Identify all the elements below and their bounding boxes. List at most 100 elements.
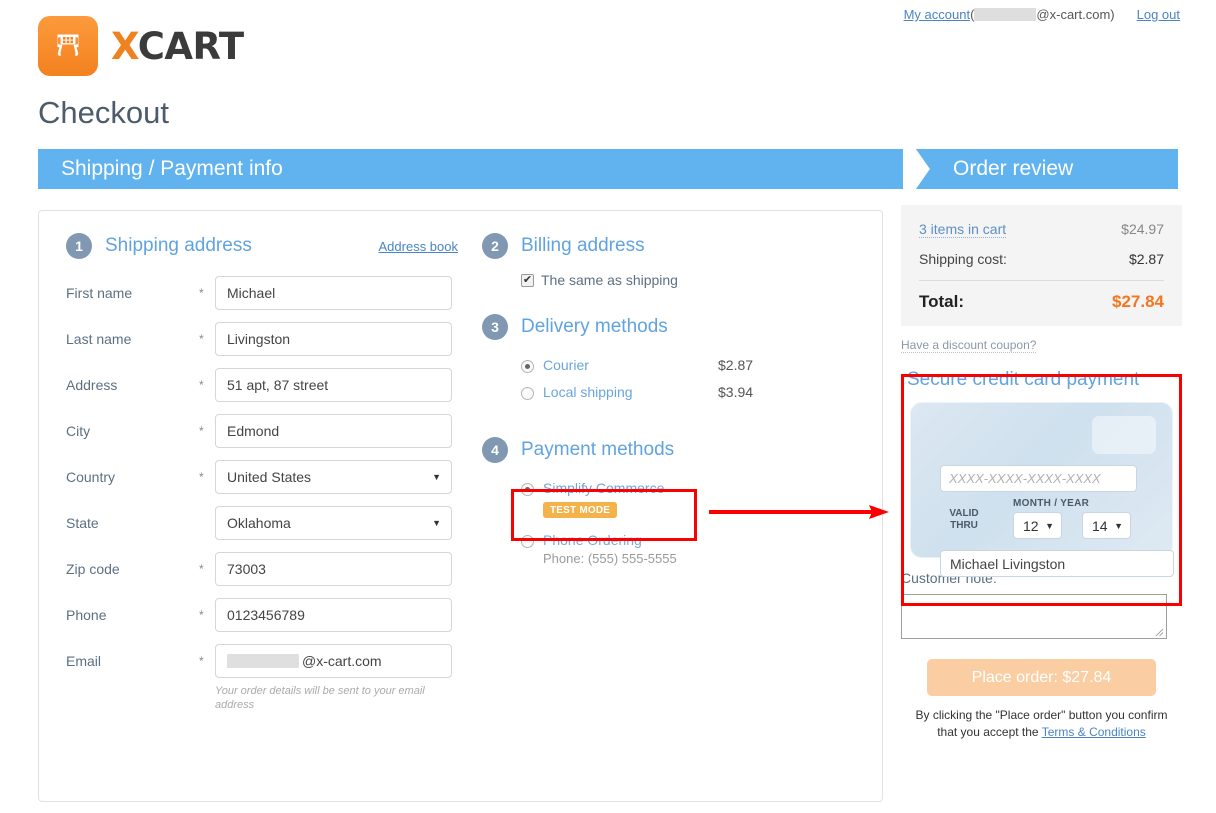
redacted-email-username <box>974 8 1037 21</box>
email-input[interactable]: @x-cart.com <box>215 644 452 678</box>
shipping-cost-label: Shipping cost: <box>919 251 1007 267</box>
delivery-option-courier[interactable]: Courier $2.87 <box>521 357 862 373</box>
checkout-steps-tabs: Shipping / Payment info Order review <box>38 149 1178 189</box>
log-out-link[interactable]: Log out <box>1137 7 1180 22</box>
courier-label: Courier <box>543 357 589 373</box>
phone-label: Phone <box>66 607 107 623</box>
email-required: * <box>199 654 204 668</box>
last-name-label: Last name <box>66 331 132 347</box>
customer-note-textarea[interactable] <box>901 594 1167 639</box>
local-shipping-price: $3.94 <box>718 384 754 400</box>
billing-address-header: 2 Billing address <box>482 233 862 259</box>
discount-coupon-link[interactable]: Have a discount coupon? <box>901 338 1037 353</box>
address-book-link[interactable]: Address book <box>379 239 459 254</box>
city-label: City <box>66 423 91 439</box>
delivery-methods-header: 3 Delivery methods <box>482 314 862 340</box>
email-domain: @x-cart.com <box>302 653 382 669</box>
phone-ordering-block: Phone Ordering Phone: (555) 555-5555 <box>543 532 677 566</box>
expiry-year-select[interactable]: 14 ▼ <box>1082 512 1131 539</box>
phone-ordering-radio[interactable] <box>521 535 534 548</box>
tab-order-review-label: Order review <box>953 157 1074 180</box>
field-row-last-name: Last name * Livingston <box>66 322 466 356</box>
courier-radio[interactable] <box>521 360 534 373</box>
items-in-cart-link[interactable]: 3 items in cart <box>919 221 1007 238</box>
summary-divider <box>919 280 1164 281</box>
state-label: State <box>66 515 99 531</box>
first-name-required: * <box>199 286 204 300</box>
payment-option-phone-ordering[interactable]: Phone Ordering Phone: (555) 555-5555 <box>521 532 862 566</box>
zip-code-input[interactable]: 73003 <box>215 552 452 586</box>
field-row-first-name: First name * Michael <box>66 276 466 310</box>
valid-thru-line2: THRU <box>950 520 978 531</box>
cardholder-name-input[interactable]: Michael Livingston <box>940 550 1174 577</box>
card-number-input[interactable]: XXXX-XXXX-XXXX-XXXX <box>940 465 1137 492</box>
phone-required: * <box>199 608 204 622</box>
valid-thru-label: VALID THRU <box>941 508 987 532</box>
checkout-page: My account ( @x-cart.com) Log out XCART <box>0 0 1216 813</box>
field-row-email: Email * @x-cart.com <box>66 644 466 678</box>
logo-x: X <box>111 24 138 68</box>
total-label: Total: <box>919 292 965 311</box>
logo-cart: CART <box>137 24 244 68</box>
terms-text-1: By clicking the "Place order" button you… <box>915 708 1168 722</box>
simplify-commerce-radio[interactable] <box>521 483 534 496</box>
tab-order-review[interactable]: Order review <box>903 149 1178 189</box>
phone-ordering-note: Phone: (555) 555-5555 <box>543 551 677 566</box>
shipping-address-title: Shipping address <box>105 235 252 256</box>
my-account-link[interactable]: My account <box>904 7 970 22</box>
first-name-input[interactable]: Michael <box>215 276 452 310</box>
site-logo[interactable]: XCART <box>38 16 244 76</box>
delivery-option-local-shipping[interactable]: Local shipping $3.94 <box>521 384 862 400</box>
place-order-button[interactable]: Place order: $27.84 <box>927 659 1156 696</box>
expiry-month-value: 12 <box>1023 517 1039 534</box>
expiry-month-select[interactable]: 12 ▼ <box>1013 512 1062 539</box>
chevron-down-icon: ▼ <box>432 472 441 482</box>
field-row-address: Address * 51 apt, 87 street <box>66 368 466 402</box>
last-name-required: * <box>199 332 204 346</box>
billing-address-title: Billing address <box>521 235 645 256</box>
phone-input[interactable]: 0123456789 <box>215 598 452 632</box>
payment-methods-header: 4 Payment methods <box>482 437 862 463</box>
chevron-right-icon <box>903 149 947 189</box>
valid-thru-line1: VALID <box>949 508 979 519</box>
terms-and-conditions-link[interactable]: Terms & Conditions <box>1042 725 1146 739</box>
tab-shipping-payment-info[interactable]: Shipping / Payment info <box>38 149 903 189</box>
summary-row-shipping: Shipping cost: $2.87 <box>919 251 1164 267</box>
same-as-shipping-label: The same as shipping <box>541 272 678 288</box>
terms-text-2: that you accept the <box>937 725 1042 739</box>
state-select[interactable]: Oklahoma ▼ <box>215 506 452 540</box>
city-input[interactable]: Edmond <box>215 414 452 448</box>
address-label: Address <box>66 377 118 393</box>
address-input[interactable]: 51 apt, 87 street <box>215 368 452 402</box>
month-year-label: MONTH / YEAR <box>1013 498 1090 509</box>
simplify-commerce-block: Simplify Commerce TEST MODE <box>543 480 664 518</box>
email-label: Email <box>66 653 102 669</box>
field-row-zip-code: Zip code * 73003 <box>66 552 466 586</box>
field-row-city: City * Edmond <box>66 414 466 448</box>
delivery-methods-title: Delivery methods <box>521 316 668 337</box>
zip-code-required: * <box>199 562 204 576</box>
account-email-domain: @x-cart.com) <box>1036 7 1115 22</box>
state-select-value: Oklahoma <box>227 515 291 531</box>
test-mode-badge: TEST MODE <box>543 502 618 518</box>
step-number-4: 4 <box>482 437 508 463</box>
field-row-country: Country * United States ▼ <box>66 460 466 494</box>
same-as-shipping-checkbox[interactable]: ✔ <box>521 273 534 287</box>
country-select[interactable]: United States ▼ <box>215 460 452 494</box>
middle-column: 2 Billing address ✔ The same as shipping… <box>482 233 862 577</box>
page-title: Checkout <box>38 95 169 130</box>
same-as-shipping-row[interactable]: ✔ The same as shipping <box>521 272 862 288</box>
local-shipping-radio[interactable] <box>521 387 534 400</box>
annotation-arrow-icon <box>709 504 889 525</box>
step-number-2: 2 <box>482 233 508 259</box>
phone-ordering-label: Phone Ordering <box>543 532 642 548</box>
field-row-state: State Oklahoma ▼ <box>66 506 466 540</box>
secure-credit-card-title: Secure credit card payment <box>907 369 1140 390</box>
simplify-commerce-label: Simplify Commerce <box>543 480 665 496</box>
last-name-input[interactable]: Livingston <box>215 322 452 356</box>
country-label: Country <box>66 469 116 485</box>
shipping-address-header: 1 Shipping address Address book <box>66 233 466 259</box>
credit-card-graphic: XXXX-XXXX-XXXX-XXXX MONTH / YEAR VALID T… <box>910 402 1174 577</box>
country-required: * <box>199 470 204 484</box>
total-value: $27.84 <box>1112 292 1164 311</box>
